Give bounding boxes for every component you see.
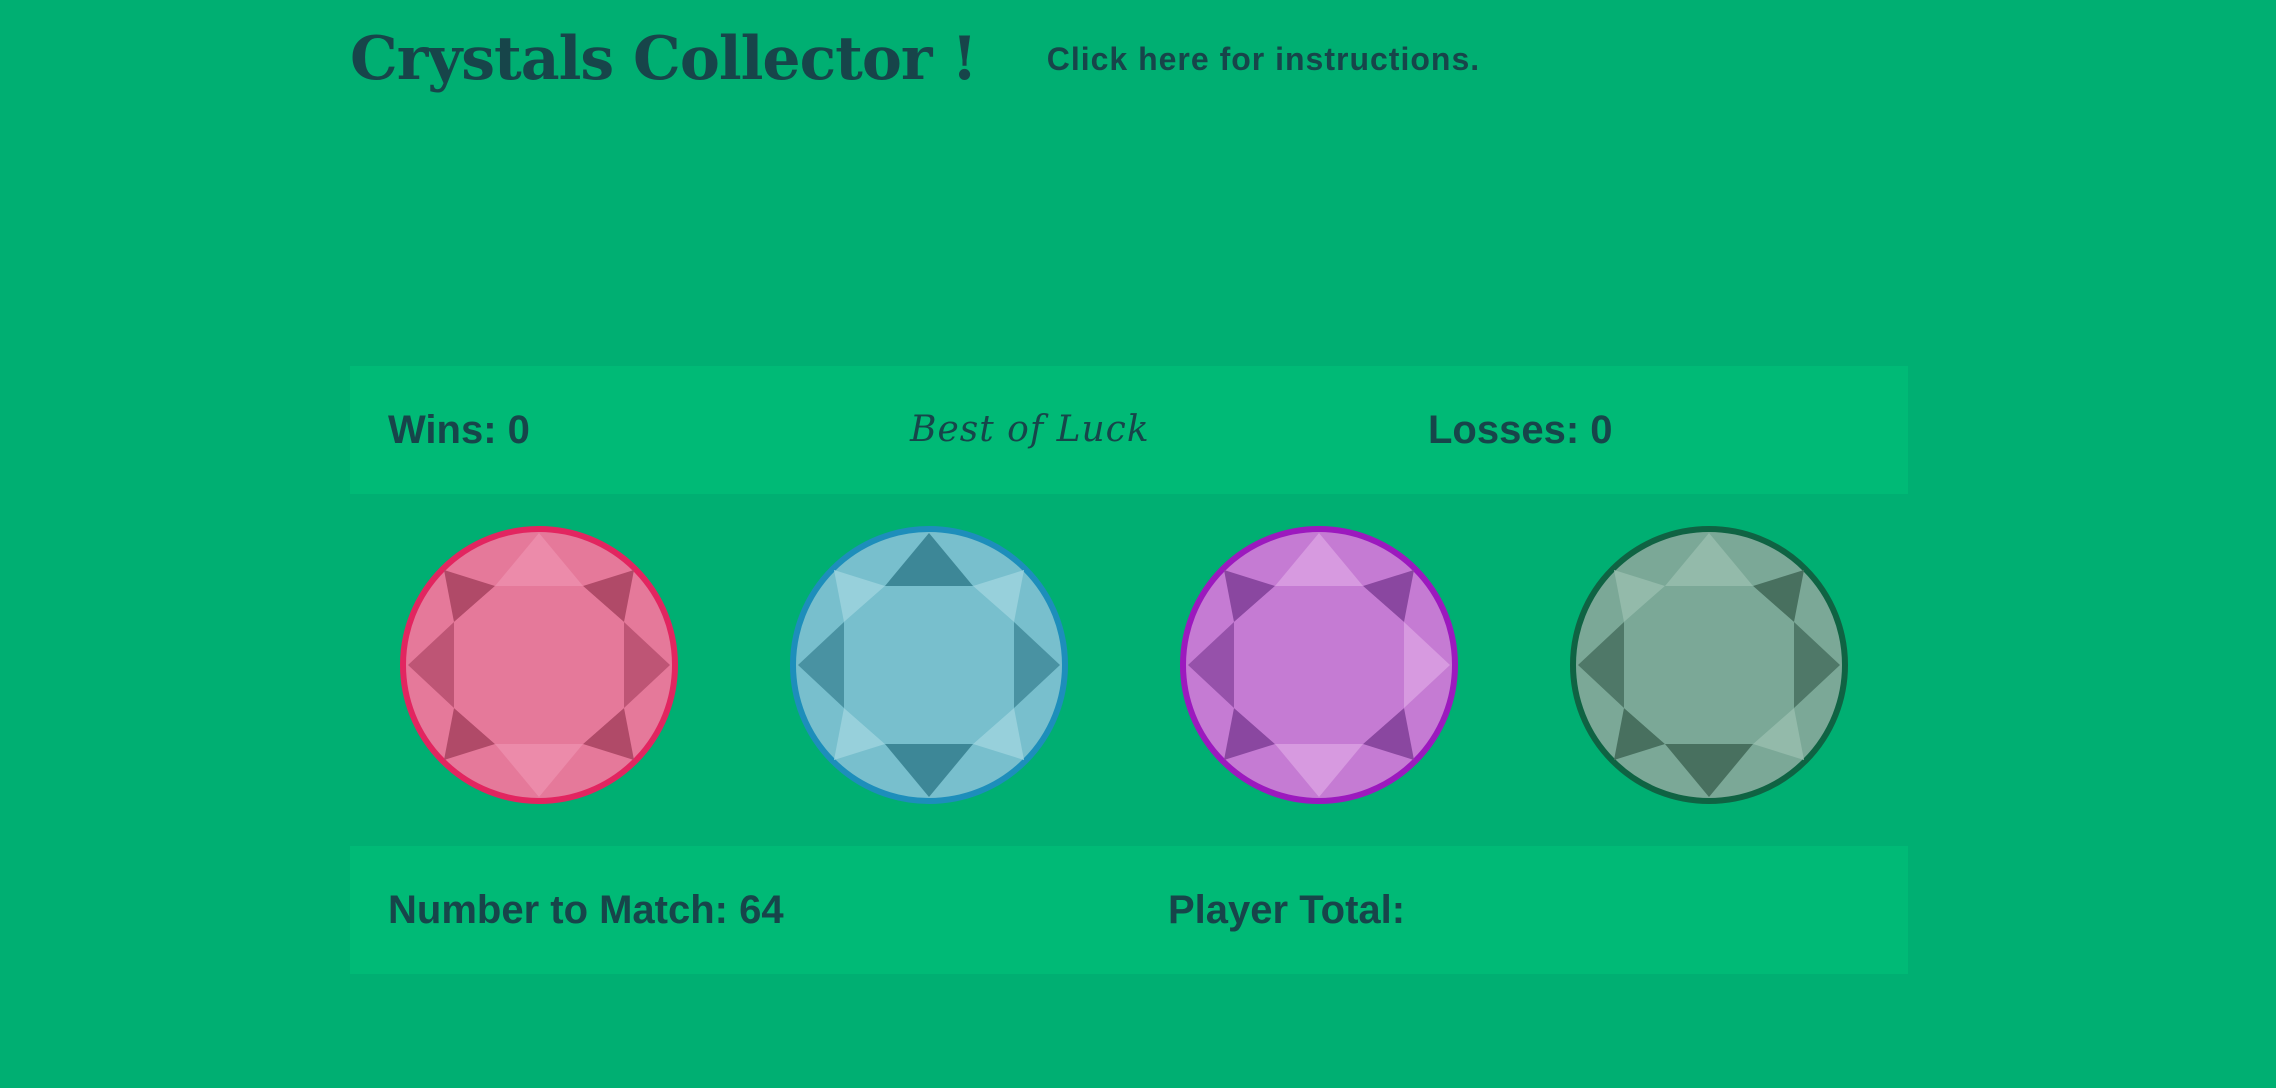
sapphire-gem-icon bbox=[790, 526, 1068, 804]
ruby-gem-icon bbox=[400, 526, 678, 804]
match-panel: Number to Match: 64 Player Total: bbox=[350, 846, 1908, 974]
header: Crystals Collector ! Click here for inst… bbox=[350, 14, 1480, 104]
page-title: Crystals Collector ! bbox=[350, 24, 978, 94]
luck-message: Best of Luck bbox=[910, 409, 1150, 450]
number-to-match: Number to Match: 64 bbox=[388, 888, 784, 932]
amethyst-gem-icon bbox=[1180, 526, 1458, 804]
score-panel: Wins: 0 Best of Luck Losses: 0 bbox=[350, 366, 1908, 494]
crystal-sapphire-button[interactable] bbox=[788, 524, 1070, 806]
crystal-amethyst-button[interactable] bbox=[1178, 524, 1460, 806]
crystal-ruby-button[interactable] bbox=[398, 524, 680, 806]
emerald-gem-icon bbox=[1570, 526, 1848, 804]
crystal-emerald-button[interactable] bbox=[1568, 524, 1850, 806]
wins-counter: Wins: 0 bbox=[388, 408, 530, 452]
instructions-link[interactable]: Click here for instructions. bbox=[1047, 41, 1480, 78]
player-total: Player Total: bbox=[1168, 888, 1406, 932]
losses-counter: Losses: 0 bbox=[1428, 408, 1613, 452]
